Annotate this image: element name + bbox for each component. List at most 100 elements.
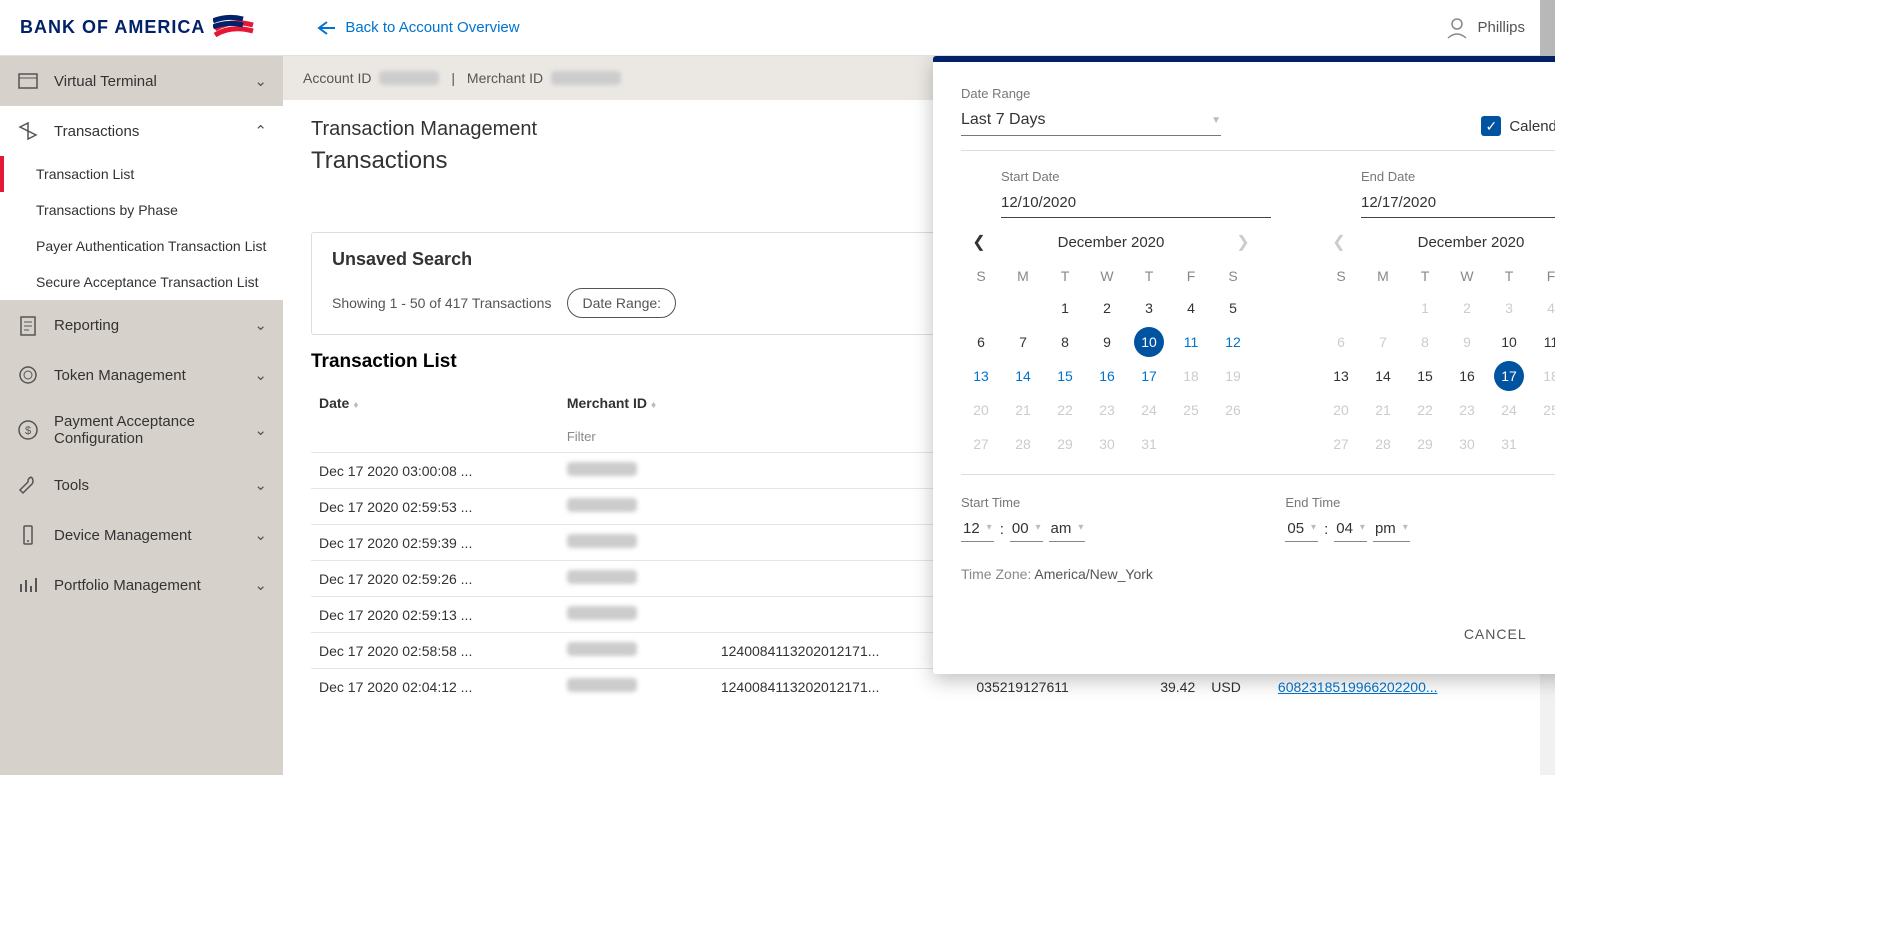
calendar-day[interactable]: 18	[1171, 360, 1211, 392]
date-range-chip[interactable]: Date Range:	[567, 288, 676, 318]
calendar-day[interactable]: 14	[1363, 360, 1403, 392]
calendar-day[interactable]: 28	[1003, 428, 1043, 460]
calendar-day[interactable]: 16	[1087, 360, 1127, 392]
calendar-day[interactable]: 28	[1363, 428, 1403, 460]
calendar-day[interactable]: 24	[1489, 394, 1529, 426]
sidebar-subitem-secure-acceptance-transaction-list[interactable]: Secure Acceptance Transaction List	[0, 264, 283, 300]
device-icon	[16, 523, 40, 547]
calendar-day[interactable]: 12	[1213, 326, 1253, 358]
end-date-input[interactable]: 12/17/2020	[1361, 188, 1555, 218]
sidebar-item-device-management[interactable]: Device Management⌄	[0, 510, 283, 560]
calendar-day[interactable]: 21	[1363, 394, 1403, 426]
calendar-day[interactable]: 29	[1405, 428, 1445, 460]
calendar-day[interactable]: 25	[1171, 394, 1211, 426]
calendar-day[interactable]: 31	[1129, 428, 1169, 460]
column-header[interactable]: Merchant ID♦	[559, 385, 713, 421]
calendar-day[interactable]: 3	[1129, 292, 1169, 324]
next-month-button[interactable]: ❯	[1231, 232, 1255, 252]
start-date-input[interactable]: 12/10/2020	[1001, 188, 1271, 218]
sidebar-item-virtual-terminal[interactable]: Virtual Terminal⌄	[0, 56, 283, 106]
calendar-day[interactable]: 6	[961, 326, 1001, 358]
start-ampm-select[interactable]: am	[1049, 516, 1086, 542]
cell-c3: 1240084113202012171...	[713, 669, 969, 705]
calendar-day[interactable]: 29	[1045, 428, 1085, 460]
sidebar-subitem-payer-authentication-transaction-list[interactable]: Payer Authentication Transaction List	[0, 228, 283, 264]
calendar-day[interactable]: 15	[1405, 360, 1445, 392]
calendar-day[interactable]: 11	[1531, 326, 1555, 358]
sidebar-item-portfolio-management[interactable]: Portfolio Management⌄	[0, 560, 283, 610]
calendar-day[interactable]: 10	[1134, 327, 1164, 357]
calendar-day[interactable]: 17	[1494, 361, 1524, 391]
prev-month-button[interactable]: ❮	[967, 232, 991, 252]
calendar-day[interactable]: 24	[1129, 394, 1169, 426]
calendar-day[interactable]: 30	[1087, 428, 1127, 460]
dow-header: W	[1087, 262, 1127, 290]
calendar-day[interactable]: 22	[1045, 394, 1085, 426]
calendar-day[interactable]: 6	[1321, 326, 1361, 358]
calendar-day[interactable]: 18	[1531, 360, 1555, 392]
calendar-day[interactable]: 30	[1447, 428, 1487, 460]
back-to-overview-link[interactable]: Back to Account Overview	[317, 19, 519, 36]
cancel-button[interactable]: CANCEL	[1464, 626, 1527, 642]
calendar-day[interactable]: 23	[1087, 394, 1127, 426]
end-minute-select[interactable]: 04	[1334, 516, 1367, 542]
cell-date: Dec 17 2020 02:59:13 ...	[311, 597, 559, 633]
calendar-day[interactable]: 15	[1045, 360, 1085, 392]
calendar-day	[1003, 292, 1043, 324]
sidebar-subitem-transaction-list[interactable]: Transaction List	[0, 156, 283, 192]
calendar-day[interactable]: 20	[961, 394, 1001, 426]
sidebar-subitem-transactions-by-phase[interactable]: Transactions by Phase	[0, 192, 283, 228]
calendar-day[interactable]: 7	[1363, 326, 1403, 358]
calendar-day[interactable]: 27	[1321, 428, 1361, 460]
calendar-day[interactable]: 9	[1087, 326, 1127, 358]
calendar-day[interactable]: 25	[1531, 394, 1555, 426]
calendar-day[interactable]: 9	[1447, 326, 1487, 358]
calendar-day[interactable]: 19	[1213, 360, 1253, 392]
calendar-day[interactable]: 2	[1447, 292, 1487, 324]
cell-date: Dec 17 2020 02:04:12 ...	[311, 669, 559, 705]
end-ampm-select[interactable]: pm	[1373, 516, 1410, 542]
calendar-day[interactable]: 27	[961, 428, 1001, 460]
start-hour-select[interactable]: 12	[961, 516, 994, 542]
calendar-day[interactable]: 23	[1447, 394, 1487, 426]
sidebar-item-transactions[interactable]: Transactions⌃	[0, 106, 283, 156]
calendar-day[interactable]: 8	[1405, 326, 1445, 358]
filter-label[interactable]: Filter	[559, 421, 713, 453]
sidebar-item-token-management[interactable]: Token Management⌄	[0, 350, 283, 400]
calendar-day	[1171, 428, 1211, 460]
dow-header: T	[1405, 262, 1445, 290]
calendar-day[interactable]: 14	[1003, 360, 1043, 392]
calendar-day[interactable]: 20	[1321, 394, 1361, 426]
date-range-select[interactable]: Last 7 Days ▼	[961, 105, 1221, 136]
calendar-day[interactable]: 26	[1213, 394, 1253, 426]
calendar-day[interactable]: 1	[1405, 292, 1445, 324]
start-date-calendar: Start Date 12/10/2020 ❮ December 2020 ❯ …	[961, 169, 1271, 460]
calendar-day[interactable]: 13	[1321, 360, 1361, 392]
calendar-day[interactable]: 5	[1213, 292, 1253, 324]
user-menu[interactable]: Phillips	[1445, 16, 1525, 40]
sidebar-item-tools[interactable]: Tools⌄	[0, 460, 283, 510]
prev-month-button[interactable]: ❮	[1327, 232, 1351, 252]
calendar-day[interactable]: 11	[1171, 326, 1211, 358]
calendar-day[interactable]: 13	[961, 360, 1001, 392]
calendar-day[interactable]: 17	[1129, 360, 1169, 392]
calendar-toggle[interactable]: ✓ Calendar	[1481, 116, 1555, 136]
column-header[interactable]: Date♦	[311, 385, 559, 421]
calendar-day[interactable]: 31	[1489, 428, 1529, 460]
calendar-day[interactable]: 3	[1489, 292, 1529, 324]
end-hour-select[interactable]: 05	[1285, 516, 1318, 542]
calendar-day[interactable]: 4	[1531, 292, 1555, 324]
start-minute-select[interactable]: 00	[1010, 516, 1043, 542]
calendar-day[interactable]: 8	[1045, 326, 1085, 358]
calendar-day[interactable]: 22	[1405, 394, 1445, 426]
calendar-day[interactable]: 2	[1087, 292, 1127, 324]
divider	[961, 150, 1555, 151]
calendar-day[interactable]: 16	[1447, 360, 1487, 392]
calendar-day[interactable]: 10	[1489, 326, 1529, 358]
sidebar-item-payment-acceptance-configuration[interactable]: $Payment Acceptance Configuration⌄	[0, 400, 283, 460]
calendar-day[interactable]: 4	[1171, 292, 1211, 324]
calendar-day[interactable]: 7	[1003, 326, 1043, 358]
calendar-day[interactable]: 21	[1003, 394, 1043, 426]
sidebar-item-reporting[interactable]: Reporting⌄	[0, 300, 283, 350]
calendar-day[interactable]: 1	[1045, 292, 1085, 324]
